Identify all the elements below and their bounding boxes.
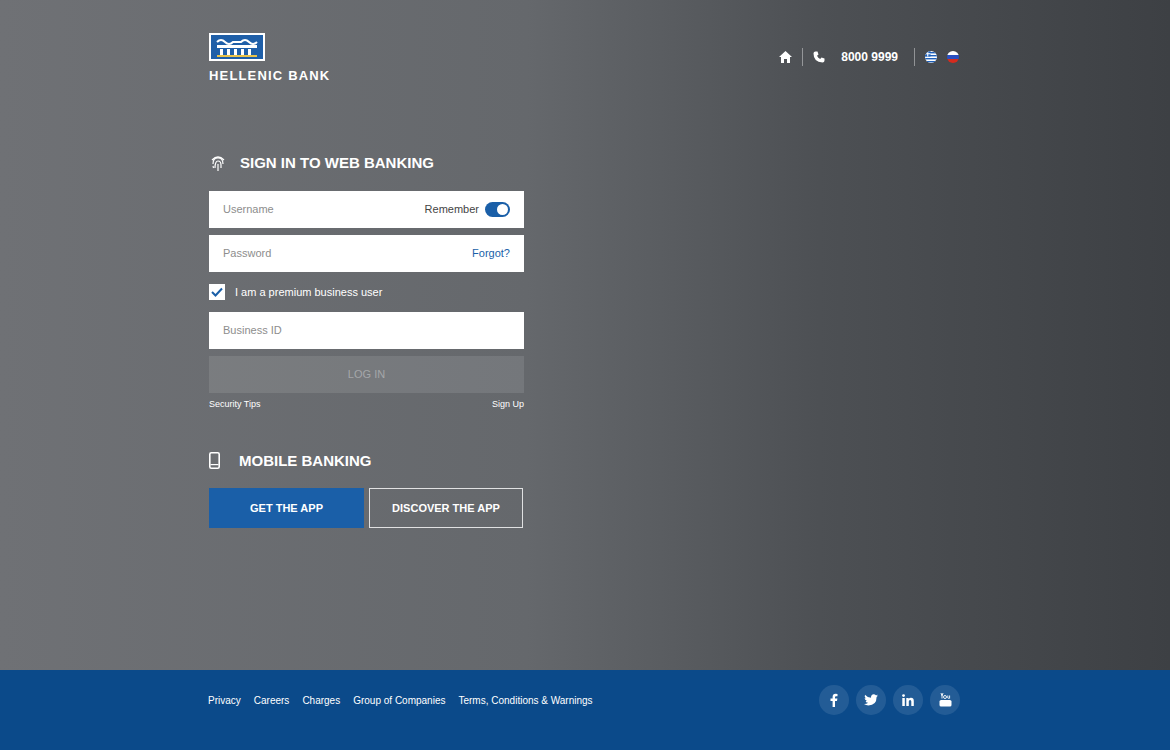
phone-number[interactable]: 8000 9999 bbox=[841, 48, 898, 66]
home-icon[interactable] bbox=[779, 51, 792, 63]
twitter-icon[interactable] bbox=[856, 685, 886, 715]
check-icon bbox=[211, 287, 223, 297]
separator bbox=[914, 48, 915, 66]
separator bbox=[802, 48, 803, 66]
sign-up-link[interactable]: Sign Up bbox=[492, 398, 524, 412]
signin-title: SIGN IN TO WEB BANKING bbox=[240, 152, 434, 175]
business-id-field bbox=[209, 312, 524, 349]
footer: Privacy Careers Charges Group of Compani… bbox=[0, 670, 1170, 750]
footer-link[interactable]: Privacy bbox=[208, 693, 241, 708]
username-input[interactable] bbox=[223, 201, 419, 218]
remember-label: Remember bbox=[425, 201, 479, 218]
app-buttons: GET THE APP DISCOVER THE APP bbox=[209, 488, 524, 528]
fingerprint-icon bbox=[209, 154, 227, 172]
login-button[interactable]: LOG IN bbox=[209, 356, 524, 393]
footer-link[interactable]: Careers bbox=[254, 693, 290, 708]
app-button[interactable]: DISCOVER THE APP bbox=[369, 488, 523, 528]
toggle-knob bbox=[497, 204, 508, 215]
password-input[interactable] bbox=[223, 245, 466, 262]
phone-icon bbox=[813, 51, 825, 63]
russian-flag-icon[interactable] bbox=[947, 51, 959, 63]
mobile-title: MOBILE BANKING bbox=[239, 450, 372, 473]
security-tips-link[interactable]: Security Tips bbox=[209, 398, 261, 412]
business-id-input[interactable] bbox=[223, 322, 510, 339]
signin-panel: SIGN IN TO WEB BANKING Remember Forgot? bbox=[209, 152, 524, 528]
forgot-link[interactable]: Forgot? bbox=[472, 245, 510, 262]
footer-link[interactable]: Terms, Conditions & Warnings bbox=[458, 693, 592, 708]
youtube-icon[interactable] bbox=[930, 685, 960, 715]
username-field: Remember bbox=[209, 191, 524, 228]
header: HELLENIC BANK 8000 9999 bbox=[209, 0, 961, 84]
hero-photo: HELLENIC BANK 8000 9999 bbox=[0, 0, 1170, 670]
page: HELLENIC BANK 8000 9999 bbox=[0, 0, 1170, 750]
greek-flag-icon[interactable] bbox=[925, 51, 937, 63]
footer-links: Privacy Careers Charges Group of Compani… bbox=[208, 693, 593, 708]
premium-row: I am a premium business user bbox=[209, 284, 524, 301]
remember-toggle[interactable] bbox=[485, 202, 510, 217]
logo[interactable]: HELLENIC BANK bbox=[209, 33, 330, 84]
logo-column-icon bbox=[209, 33, 265, 61]
social-links bbox=[819, 685, 960, 715]
top-bar: 8000 9999 bbox=[779, 48, 961, 66]
mobile-phone-icon bbox=[209, 452, 220, 469]
app-button[interactable]: GET THE APP bbox=[209, 488, 364, 528]
logo-text: HELLENIC BANK bbox=[209, 68, 330, 84]
premium-checkbox[interactable] bbox=[209, 284, 225, 300]
footer-link[interactable]: Charges bbox=[302, 693, 340, 708]
linkedin-icon[interactable] bbox=[893, 685, 923, 715]
footer-link[interactable]: Group of Companies bbox=[353, 693, 445, 708]
password-field: Forgot? bbox=[209, 235, 524, 272]
premium-label: I am a premium business user bbox=[235, 284, 382, 301]
facebook-icon[interactable] bbox=[819, 685, 849, 715]
